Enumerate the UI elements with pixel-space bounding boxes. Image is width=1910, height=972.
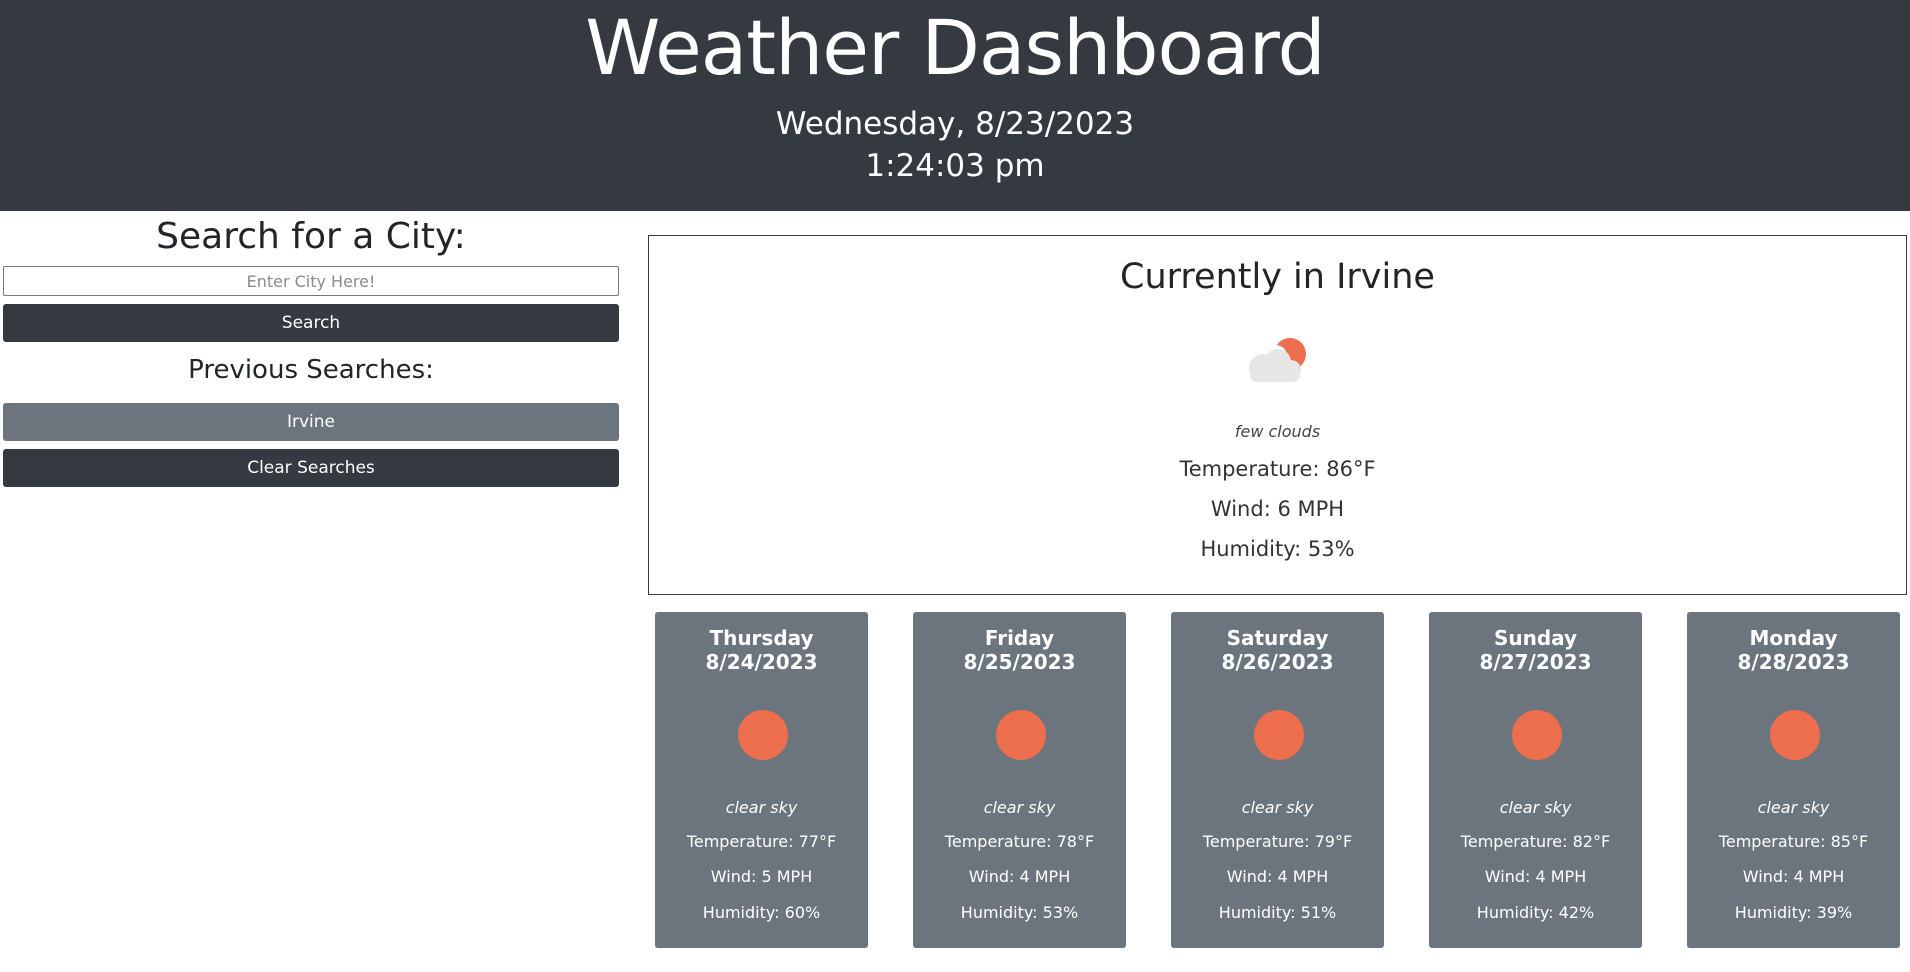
forecast-temperature: Temperature: 79°F <box>1202 832 1353 851</box>
forecast-temperature: Temperature: 85°F <box>1718 832 1869 851</box>
forecast-temperature: Temperature: 77°F <box>686 832 837 851</box>
previous-searches-title: Previous Searches: <box>188 355 434 385</box>
few-clouds-icon <box>1238 332 1318 392</box>
forecast-card: Saturday 8/26/2023 clear sky Temperature… <box>1171 612 1384 948</box>
forecast-day: Sunday <box>1493 626 1578 650</box>
clear-sky-icon <box>738 710 788 760</box>
forecast-day: Friday <box>984 626 1055 650</box>
current-humidity: Humidity: 53% <box>1200 537 1355 561</box>
forecast-wind: Wind: 4 MPH <box>1484 867 1587 886</box>
current-weather-card: Currently in Irvine few clouds Temperatu… <box>648 235 1907 595</box>
forecast-description: clear sky <box>983 798 1056 817</box>
search-title: Search for a City: <box>156 216 466 257</box>
clear-sky-icon <box>1770 710 1820 760</box>
forecast-card: Sunday 8/27/2023 clear sky Temperature: … <box>1429 612 1642 948</box>
current-wind: Wind: 6 MPH <box>1210 497 1345 521</box>
forecast-date: 8/26/2023 <box>1221 650 1334 674</box>
clear-searches-button[interactable]: Clear Searches <box>3 449 619 487</box>
forecast-wind: Wind: 4 MPH <box>1226 867 1329 886</box>
current-weather-heading: Currently in Irvine <box>1120 257 1435 297</box>
forecast-date: 8/28/2023 <box>1737 650 1850 674</box>
forecast-description: clear sky <box>1241 798 1314 817</box>
forecast-date: 8/27/2023 <box>1479 650 1592 674</box>
forecast-humidity: Humidity: 42% <box>1476 903 1595 922</box>
search-button[interactable]: Search <box>3 304 619 342</box>
forecast-temperature: Temperature: 82°F <box>1460 832 1611 851</box>
forecast-date: 8/24/2023 <box>705 650 818 674</box>
forecast-day: Thursday <box>709 626 814 650</box>
forecast-description: clear sky <box>1757 798 1830 817</box>
forecast-temperature: Temperature: 78°F <box>944 832 1095 851</box>
city-search-input[interactable] <box>3 266 619 296</box>
forecast-humidity: Humidity: 39% <box>1734 903 1853 922</box>
current-temperature: Temperature: 86°F <box>1179 457 1376 481</box>
history-item-irvine[interactable]: Irvine <box>3 403 619 441</box>
forecast-card: Friday 8/25/2023 clear sky Temperature: … <box>913 612 1126 948</box>
forecast-humidity: Humidity: 60% <box>702 903 821 922</box>
current-time: 1:24:03 pm <box>865 148 1045 184</box>
forecast-card: Thursday 8/24/2023 clear sky Temperature… <box>655 612 868 948</box>
page-title: Weather Dashboard <box>585 3 1325 92</box>
forecast-day: Saturday <box>1226 626 1329 650</box>
forecast-humidity: Humidity: 53% <box>960 903 1079 922</box>
forecast-date: 8/25/2023 <box>963 650 1076 674</box>
forecast-day: Monday <box>1749 626 1838 650</box>
page-header: Weather Dashboard Wednesday, 8/23/2023 1… <box>0 0 1910 211</box>
forecast-wind: Wind: 5 MPH <box>710 867 813 886</box>
forecast-humidity: Humidity: 51% <box>1218 903 1337 922</box>
clear-sky-icon <box>996 710 1046 760</box>
current-description: few clouds <box>1234 422 1321 441</box>
forecast-wind: Wind: 4 MPH <box>968 867 1071 886</box>
clear-sky-icon <box>1254 710 1304 760</box>
forecast-description: clear sky <box>1499 798 1572 817</box>
forecast-wind: Wind: 4 MPH <box>1742 867 1845 886</box>
clear-sky-icon <box>1512 710 1562 760</box>
current-date: Wednesday, 8/23/2023 <box>775 106 1135 142</box>
forecast-description: clear sky <box>725 798 798 817</box>
forecast-card: Monday 8/28/2023 clear sky Temperature: … <box>1687 612 1900 948</box>
